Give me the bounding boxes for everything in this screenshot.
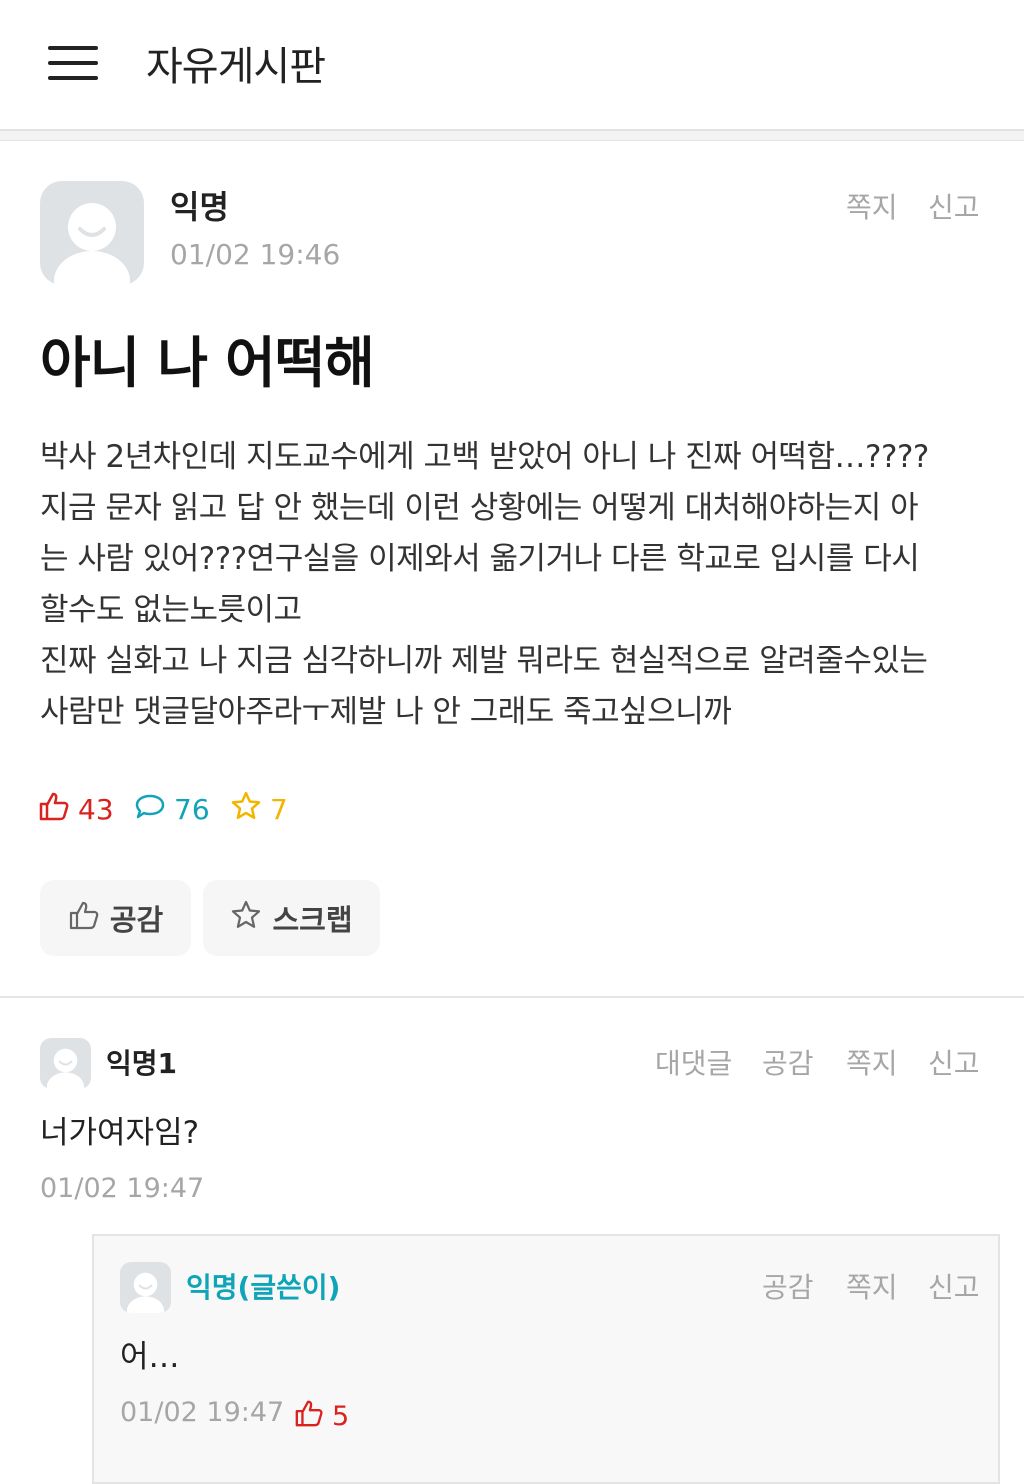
post-author: 익명 [170, 188, 229, 226]
reply-button[interactable]: 대댓글 [655, 1042, 732, 1082]
post-body-line: 할수도 없는노릇이고 [40, 592, 302, 628]
comment-count-value: 76 [174, 793, 210, 826]
comment-author: 익명1 [106, 1047, 178, 1080]
like-button[interactable]: 공감 [40, 880, 191, 956]
post-body-line: 사람만 댓글달아주라ㅜ제발 나 안 그래도 죽고싶으니까 [40, 694, 732, 730]
post-body-line: 진짜 실화고 나 지금 심각하니까 제발 뭐라도 현실적으로 알려줄수있는 [40, 643, 928, 679]
reply-like-count: 5 [294, 1398, 349, 1435]
app-header: 자유게시판 [0, 0, 1024, 128]
post-title: 아니 나 어떡해 [40, 331, 375, 395]
message-button[interactable]: 쪽지 [846, 186, 898, 226]
post-body: 박사 2년차인데 지도교수에게 고백 받았어 아니 나 진짜 어떡함…???? … [40, 432, 1000, 738]
comment-message-button[interactable]: 쪽지 [846, 1042, 898, 1082]
reply-author: 익명(글쓴이) [186, 1271, 341, 1304]
like-count: 43 [38, 790, 114, 829]
comment-report-button[interactable]: 신고 [928, 1042, 980, 1082]
speech-bubble-icon [134, 790, 166, 829]
star-icon [230, 899, 262, 938]
scrap-button[interactable]: 스크랩 [203, 880, 380, 956]
scrap-count: 7 [230, 790, 288, 829]
commenter-avatar-icon [40, 1038, 91, 1089]
comments-divider [0, 996, 1024, 998]
reply-like-count-value: 5 [332, 1401, 350, 1432]
thumbs-up-icon [294, 1398, 324, 1435]
reply-message-button[interactable]: 쪽지 [846, 1266, 898, 1306]
comment-like-button[interactable]: 공감 [762, 1042, 814, 1082]
scrap-count-value: 7 [270, 793, 288, 826]
thumbs-up-icon [68, 899, 100, 938]
reply-report-button[interactable]: 신고 [928, 1266, 980, 1306]
author-avatar-icon [40, 181, 144, 285]
post-timestamp: 01/02 19:46 [170, 238, 341, 271]
star-icon [230, 790, 262, 829]
hamburger-menu-icon[interactable] [48, 42, 98, 84]
reply-timestamp: 01/02 19:47 [120, 1397, 285, 1428]
thumbs-up-icon [38, 790, 70, 829]
reply-avatar-icon [120, 1262, 171, 1313]
header-divider [0, 129, 1024, 141]
post-body-line: 지금 문자 읽고 답 안 했는데 이런 상황에는 어떻게 대처해야하는지 아 [40, 490, 919, 526]
post-body-line: 박사 2년차인데 지도교수에게 고백 받았어 아니 나 진짜 어떡함…???? [40, 439, 929, 475]
comment-text: 너가여자임? [40, 1115, 200, 1151]
like-count-value: 43 [78, 793, 114, 826]
report-button[interactable]: 신고 [928, 186, 980, 226]
post-body-line: 는 사람 있어???연구실을 이제와서 옮기거나 다른 학교로 입시를 다시 [40, 541, 920, 577]
comment-timestamp: 01/02 19:47 [40, 1173, 205, 1204]
reply-like-button[interactable]: 공감 [762, 1266, 814, 1306]
reply-text: 어… [120, 1339, 180, 1375]
like-button-label: 공감 [109, 903, 164, 937]
scrap-button-label: 스크랩 [272, 903, 353, 937]
board-title: 자유게시판 [146, 44, 326, 90]
comment-count: 76 [134, 790, 210, 829]
